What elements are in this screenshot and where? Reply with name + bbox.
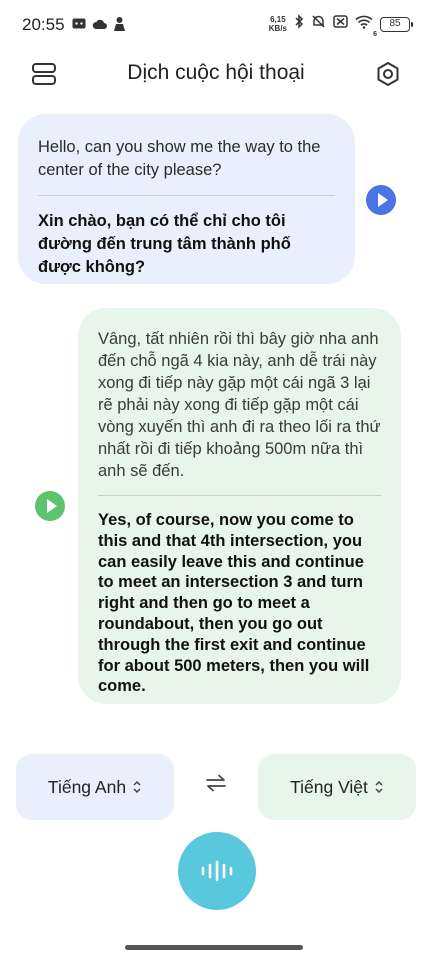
message-icon (72, 17, 86, 35)
home-indicator[interactable] (125, 945, 303, 950)
page-title: Dịch cuộc hội thoại (127, 61, 305, 84)
play-icon (46, 499, 57, 513)
target-language-label: Tiếng Việt (290, 776, 368, 797)
mute-icon (311, 14, 326, 34)
message-bubble-reply[interactable]: Vâng, tất nhiên rồi thì bây giờ nha anh … (78, 308, 401, 704)
play-button[interactable] (35, 491, 65, 521)
wifi-icon: 6 (355, 15, 377, 38)
voice-input-button[interactable] (178, 832, 256, 910)
chevron-up-down-icon (375, 780, 383, 794)
network-speed: 6,15 KB/s (268, 15, 287, 33)
sim-off-icon (333, 15, 348, 33)
divider (38, 195, 335, 196)
source-text: Vâng, tất nhiên rồi thì bây giờ nha anh … (98, 330, 381, 480)
play-button[interactable] (366, 185, 396, 215)
translated-text: Xin chào, bạn có thể chỉ cho tôi đường đ… (38, 212, 291, 276)
chevron-up-down-icon (133, 780, 141, 794)
message-bubble-user[interactable]: Hello, can you show me the way to the ce… (18, 114, 355, 284)
settings-icon (377, 62, 399, 86)
cloud-icon (92, 17, 107, 35)
source-language-selector[interactable]: Tiếng Anh (16, 754, 174, 820)
source-text: Hello, can you show me the way to the ce… (38, 138, 321, 179)
divider (98, 495, 381, 496)
status-bar: 20:55 6,15 KB/s 6 85 (0, 0, 432, 50)
app-header: Dịch cuộc hội thoại (0, 52, 432, 96)
incognito-icon (113, 16, 126, 36)
bluetooth-icon (294, 14, 304, 34)
source-language-label: Tiếng Anh (47, 776, 127, 797)
swap-icon (206, 774, 226, 792)
swap-languages-button[interactable] (201, 768, 231, 798)
play-icon (377, 193, 388, 207)
voice-wave-icon (201, 860, 233, 882)
target-language-selector[interactable]: Tiếng Việt (258, 754, 416, 820)
translated-text: Yes, of course, now you come to this and… (98, 511, 370, 696)
status-time: 20:55 (22, 15, 65, 34)
battery-icon: 85 (380, 16, 413, 32)
settings-button[interactable] (372, 58, 404, 90)
